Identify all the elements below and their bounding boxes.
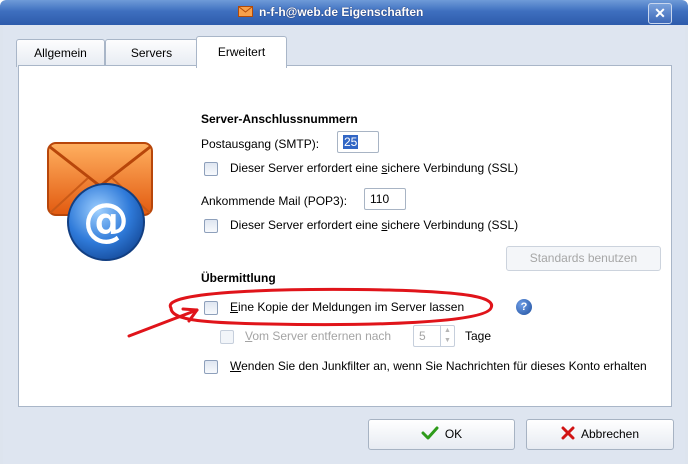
properties-dialog: n-f-h@web.de Eigenschaften ✕ Allgemein S… [0, 0, 688, 464]
help-icon[interactable]: ? [516, 299, 532, 315]
tab-label: Allgemein [34, 46, 87, 60]
tab-label: Erweitert [217, 45, 266, 59]
close-button[interactable]: ✕ [648, 3, 672, 24]
dialog-client: Allgemein Servers Erweitert @ Server-Ans… [3, 25, 685, 464]
pop3-ssl-checkbox[interactable] [204, 219, 218, 233]
tab-label: Servers [130, 46, 173, 60]
tab-panel-erweitert: @ Server-Anschlussnummern Postausgang (S… [18, 65, 672, 407]
tab-erweitert[interactable]: Erweitert [196, 36, 287, 68]
cross-icon [561, 426, 575, 440]
window-title: n-f-h@web.de Eigenschaften [259, 5, 424, 19]
envelope-icon: @ [47, 142, 153, 261]
use-defaults-button[interactable]: Standards benutzen [506, 246, 661, 271]
annotation-highlight [127, 287, 494, 338]
pop3-port-value: 110 [370, 192, 390, 206]
junk-filter-checkbox[interactable] [204, 360, 218, 374]
smtp-ssl-checkbox[interactable] [204, 162, 218, 176]
title-bar[interactable]: n-f-h@web.de Eigenschaften ✕ [0, 0, 688, 25]
arrow-annotation [127, 308, 199, 338]
smtp-port-label: Postausgang (SMTP): [201, 137, 320, 151]
at-sign-icon: @ [83, 193, 129, 247]
close-icon: ✕ [654, 5, 666, 21]
pop3-ssl-label[interactable]: Dieser Server erfordert eine sichere Ver… [230, 218, 518, 232]
envelope-icon [238, 6, 253, 17]
ok-button[interactable]: OK [368, 419, 515, 450]
ok-label: OK [444, 427, 463, 441]
pop3-port-label: Ankommende Mail (POP3): [201, 194, 348, 208]
cancel-label: Abbrechen [580, 427, 640, 441]
junk-filter-label[interactable]: Wenden Sie den Junkfilter an, wenn Sie N… [230, 359, 647, 373]
tab-allgemein[interactable]: Allgemein [16, 39, 105, 67]
checkmark-icon [421, 426, 439, 440]
pop3-port-field[interactable]: 110 [364, 188, 406, 210]
section-heading-ports: Server-Anschlussnummern [201, 112, 358, 126]
smtp-port-value: 25 [343, 135, 359, 149]
smtp-port-field[interactable]: 25 [337, 131, 379, 153]
smtp-ssl-label[interactable]: Dieser Server erfordert eine sichere Ver… [230, 161, 518, 175]
cancel-button[interactable]: Abbrechen [526, 419, 674, 450]
tab-servers[interactable]: Servers [105, 39, 198, 67]
